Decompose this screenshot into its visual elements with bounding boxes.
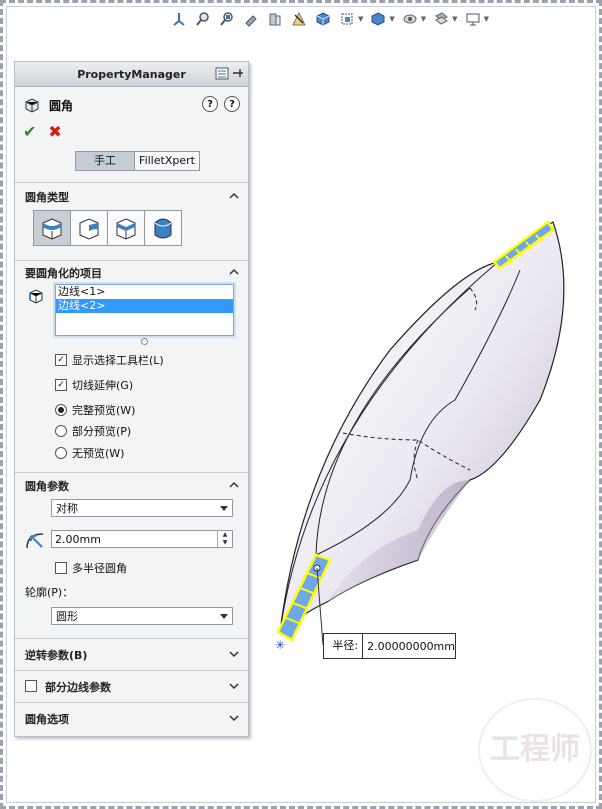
radius-callout[interactable]: 半径: 2.00000000mm	[323, 633, 456, 659]
radius-callout-value[interactable]: 2.00000000mm	[363, 640, 455, 653]
radius-callout-label: 半径:	[324, 634, 364, 658]
graphics-area[interactable]: ✳	[0, 0, 602, 809]
watermark: 工程师	[478, 698, 592, 802]
axis-origin-icon: ✳	[275, 638, 285, 652]
